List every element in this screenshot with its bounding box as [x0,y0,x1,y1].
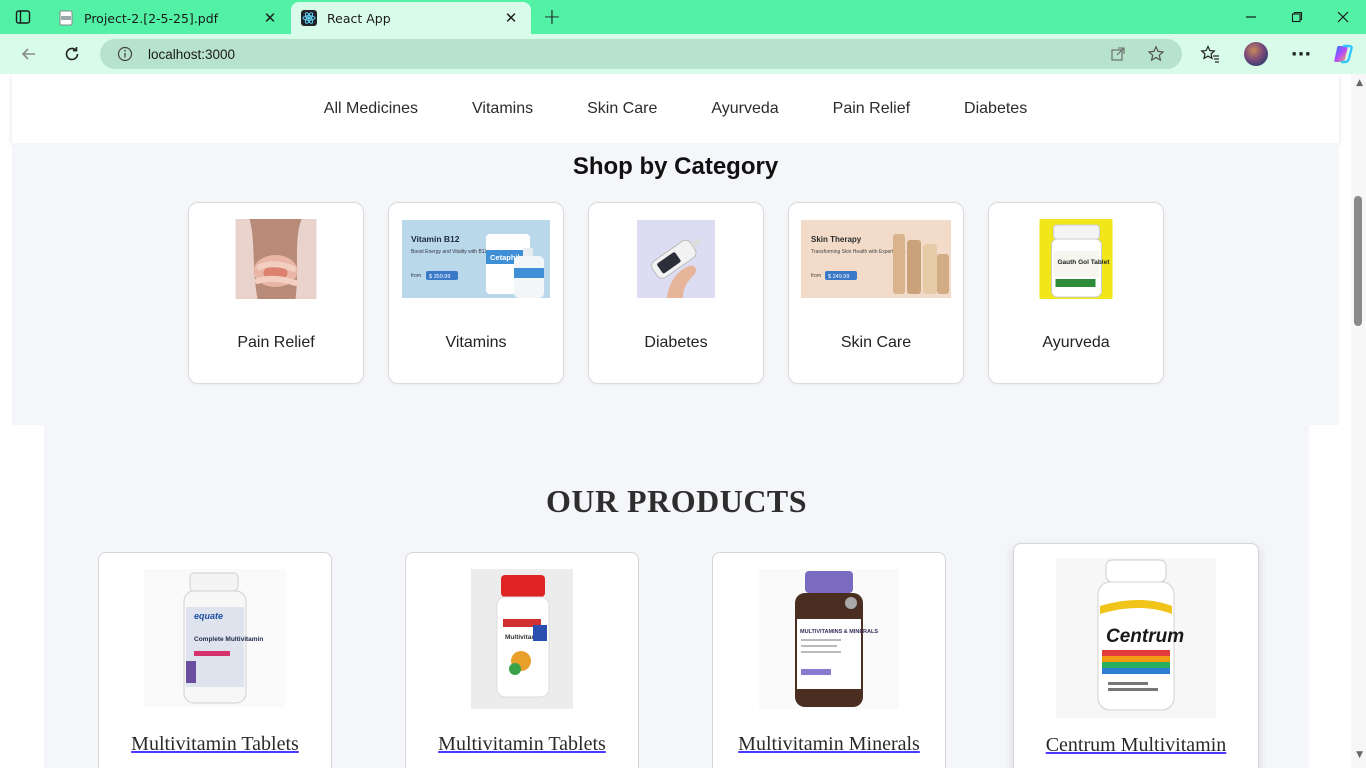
nav-link-pain-relief[interactable]: Pain Relief [833,100,910,118]
pdf-icon [58,10,74,26]
site-info-icon[interactable] [116,45,134,63]
star-icon[interactable] [1146,45,1166,63]
category-card-ayurveda[interactable]: Gauth Gol Tablet Ayurveda [988,202,1164,384]
open-in-app-icon[interactable] [1108,45,1128,63]
close-tab-icon[interactable]: ✕ [260,8,280,28]
category-card-skin-care[interactable]: Skin Therapy Transforming Skin Health wi… [788,202,964,384]
equate-label: Complete Multivitamin [194,636,263,643]
category-label: Skin Care [840,334,912,351]
tab-title: Project-2.[2-5-25].pdf [84,10,219,26]
tab-react-app[interactable]: React App ✕ [291,2,531,34]
multivitamins-label: MULTIVITAMINS & MINERALS [800,629,878,635]
scroll-down-arrow-icon[interactable]: ▼ [1356,750,1363,760]
category-label: Vitamins [445,334,507,351]
equate-multivitamin-image: equate Complete Multivitamin [144,569,286,707]
address-bar[interactable]: localhost:3000 [100,39,1182,69]
category-card-vitamins[interactable]: Vitamin B12 Boost Energy and Vitality wi… [388,202,564,384]
product-card[interactable]: equate Complete Multivitamin Multivitami… [98,552,332,768]
vitamins-image: Vitamin B12 Boost Energy and Vitality wi… [402,220,550,298]
page-scrollbar[interactable]: ▲ ▼ [1351,74,1366,768]
centrum-image: Centrum [1056,558,1216,718]
scroll-up-arrow-icon[interactable]: ▲ [1356,78,1363,88]
skin-care-image: Skin Therapy Transforming Skin Health wi… [801,220,951,298]
tab-title: React App [327,10,391,26]
nav-link-ayurveda[interactable]: Ayurveda [711,100,778,118]
product-name-link[interactable]: Multivitamin Minerals [713,733,945,756]
category-label: Pain Relief [237,334,315,351]
close-tab-icon[interactable]: ✕ [501,8,521,28]
skin-care-banner-title: Skin Therapy [811,235,862,244]
nav-link-skin-care[interactable]: Skin Care [587,100,657,118]
diabetes-image [637,220,715,298]
category-label: Diabetes [644,334,708,351]
our-products-title: OUR PRODUCTS [545,483,808,519]
react-icon [301,10,317,26]
product-name-link[interactable]: Multivitamin Tablets [99,733,331,756]
category-card-diabetes[interactable]: Diabetes [588,202,764,384]
product-card[interactable]: Centrum Centrum Multivitamin [1013,543,1259,768]
vitamins-banner-from: from [411,273,421,279]
ayurveda-bottle-text: Gauth Gol Tablet [1058,259,1111,266]
product-name-link[interactable]: Multivitamin Tablets [406,733,638,756]
vitamins-banner-title: Vitamin B12 [411,234,460,244]
shop-by-category-title: Shop by Category [572,153,779,180]
restore-icon[interactable] [1274,4,1320,30]
product-card[interactable]: MULTIVITAMINS & MINERALS Multivitamin Mi… [712,552,946,768]
red-cap-multivitamin-image: Multivitamin [471,569,573,709]
scrollbar-thumb[interactable] [1354,196,1362,326]
nav-link-all-medicines[interactable]: All Medicines [324,100,418,118]
copilot-icon[interactable] [1328,40,1358,68]
tab-actions-icon[interactable] [8,5,38,29]
skin-care-banner-price: $ 249.99 [828,274,849,280]
product-card[interactable]: Multivitamin Multivitamin Tablets [405,552,639,768]
category-card-pain-relief[interactable]: Pain Relief [188,202,364,384]
category-label: Ayurveda [1042,334,1110,351]
equate-brand: equate [194,611,223,621]
favorites-icon[interactable] [1195,40,1225,68]
centrum-brand: Centrum [1106,626,1184,647]
skin-care-banner-from: from [811,273,821,279]
refresh-icon[interactable] [57,40,87,68]
vitamins-banner-price: $ 359.99 [429,274,450,280]
tab-pdf[interactable]: Project-2.[2-5-25].pdf ✕ [48,2,290,34]
nav-link-vitamins[interactable]: Vitamins [472,100,533,118]
page-viewport: All Medicines Vitamins Skin Care Ayurved… [0,74,1366,768]
more-menu-icon[interactable]: ··· [1286,40,1316,68]
new-tab-icon[interactable]: + [540,5,564,30]
close-window-icon[interactable] [1320,4,1366,30]
our-products-section: OUR PRODUCTS equate Complete Multivitami… [44,425,1309,768]
skin-care-banner-sub: Transforming Skin Health with Expert Car… [811,249,906,255]
category-nav: All Medicines Vitamins Skin Care Ayurved… [12,74,1339,143]
nav-link-diabetes[interactable]: Diabetes [964,100,1027,118]
ayurveda-image: Gauth Gol Tablet [1039,219,1113,299]
profile-avatar[interactable] [1244,42,1268,66]
multivitamins-minerals-image: MULTIVITAMINS & MINERALS [759,569,899,709]
product-name-link[interactable]: Centrum Multivitamin [1014,734,1258,757]
browser-tab-bar: Project-2.[2-5-25].pdf ✕ React App ✕ + [0,0,1366,34]
pain-relief-image [235,219,317,299]
browser-toolbar: localhost:3000 ··· [0,34,1366,74]
shop-by-category-section: Shop by Category Pain Relief Vitamin B12… [12,143,1339,425]
url-text: localhost:3000 [148,46,236,62]
minimize-icon[interactable] [1228,4,1274,30]
back-arrow-icon[interactable] [14,40,44,68]
